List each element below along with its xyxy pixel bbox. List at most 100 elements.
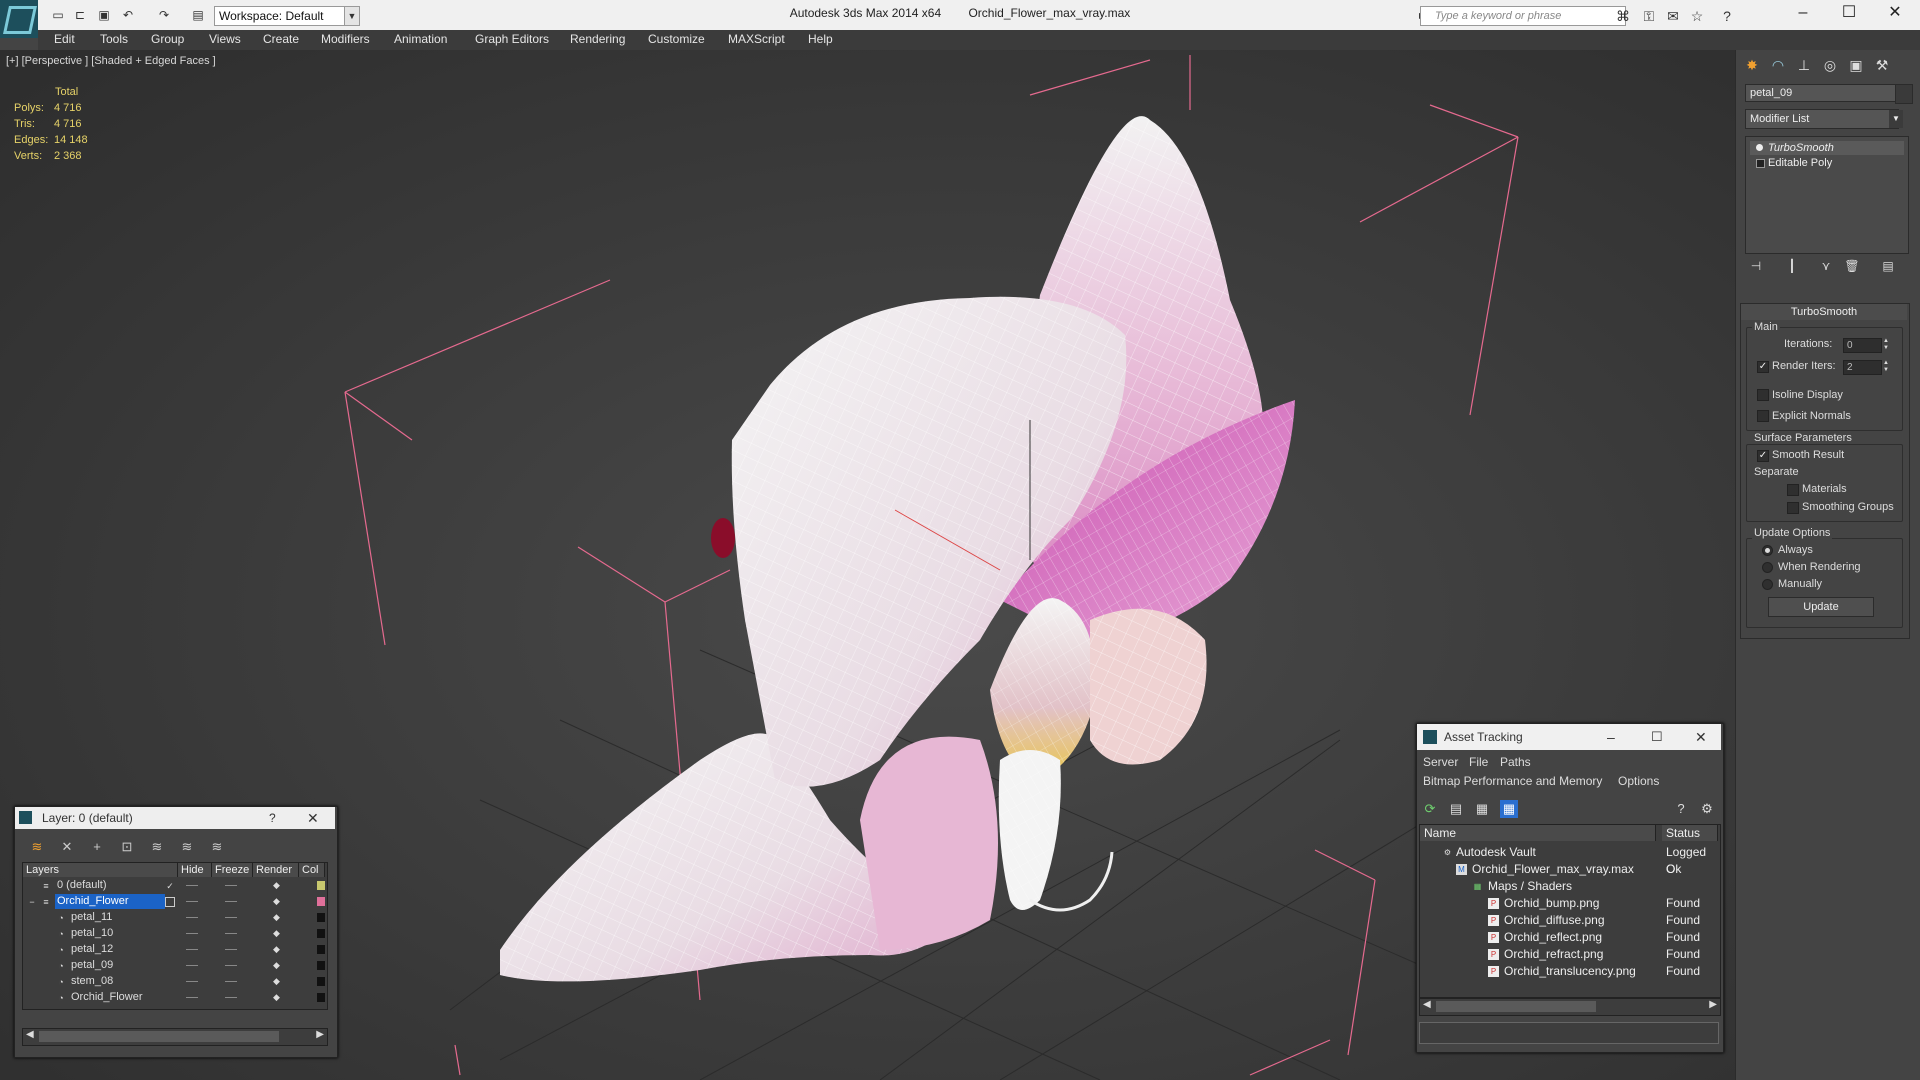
layer-row[interactable]: ◔ petal_12 ◆ bbox=[23, 942, 325, 957]
column-header-freeze[interactable]: Freeze bbox=[212, 863, 253, 877]
layer-row[interactable]: ◔ petal_11 ◆ bbox=[23, 910, 325, 925]
menu-customize[interactable]: Customize bbox=[648, 32, 705, 46]
asset-row[interactable]: ⚙ Autodesk Vault Logged O bbox=[1420, 844, 1718, 876]
display-tab-icon[interactable]: ▣ bbox=[1844, 54, 1868, 76]
layer-color-swatch[interactable] bbox=[317, 945, 325, 954]
menu-maxscript[interactable]: MAXScript bbox=[728, 32, 785, 46]
help-icon[interactable]: ? bbox=[1672, 800, 1690, 818]
select-objects-icon[interactable]: ⊡ bbox=[118, 838, 136, 856]
asset-row[interactable]: P Orchid_diffuse.png Found bbox=[1420, 912, 1718, 929]
menu-bitmap-performance[interactable]: Bitmap Performance and Memory bbox=[1423, 774, 1602, 788]
asset-tracking-titlebar[interactable]: Asset Tracking – ☐ ✕ bbox=[1417, 724, 1721, 750]
render-teapot-icon[interactable]: ◆ bbox=[273, 977, 283, 986]
search-input[interactable]: Type a keyword or phrase bbox=[1420, 6, 1626, 26]
render-teapot-icon[interactable]: ◆ bbox=[273, 929, 283, 938]
smoothing-groups-checkbox[interactable] bbox=[1787, 502, 1799, 514]
scroll-left-icon[interactable]: ◀ bbox=[1423, 999, 1431, 1010]
pin-stack-icon[interactable]: ⊣ bbox=[1748, 258, 1764, 274]
modify-tab-icon[interactable]: ◠ bbox=[1766, 54, 1790, 76]
menu-create[interactable]: Create bbox=[263, 32, 299, 46]
manually-radio[interactable] bbox=[1762, 579, 1773, 590]
layers-icon[interactable]: ≋ bbox=[28, 838, 46, 856]
modifier-list-dropdown[interactable]: Modifier List bbox=[1745, 109, 1899, 129]
layer-window-titlebar[interactable]: Layer: 0 (default) ? ✕ bbox=[15, 807, 335, 829]
column-header-status[interactable]: Status bbox=[1662, 825, 1718, 841]
freeze-toggle[interactable] bbox=[225, 981, 237, 982]
layer-row[interactable]: − ≡ Orchid_Flower ◆ bbox=[23, 894, 325, 909]
layer-color-swatch[interactable] bbox=[317, 897, 325, 906]
maximize-button[interactable]: ☐ bbox=[1826, 0, 1872, 28]
chevron-down-icon[interactable]: ▼ bbox=[1889, 110, 1903, 128]
asset-row[interactable]: ▦ Maps / Shaders bbox=[1420, 878, 1718, 895]
scroll-right-icon[interactable]: ▶ bbox=[1709, 999, 1717, 1010]
asset-row[interactable]: P Orchid_refract.png Found bbox=[1420, 946, 1718, 963]
hide-toggle[interactable] bbox=[186, 933, 198, 934]
object-name-field[interactable]: petal_09 bbox=[1745, 84, 1896, 102]
scroll-right-icon[interactable]: ▶ bbox=[316, 1029, 324, 1040]
settings-icon[interactable]: ⚙ bbox=[1698, 800, 1716, 818]
close-button[interactable]: ✕ bbox=[307, 807, 319, 829]
menu-help[interactable]: Help bbox=[808, 32, 833, 46]
column-header-render[interactable]: Render bbox=[253, 863, 299, 877]
scrollbar-thumb[interactable] bbox=[39, 1031, 279, 1042]
scrollbar-thumb[interactable] bbox=[1436, 1001, 1596, 1012]
favorites-star-icon[interactable]: ☆ bbox=[1688, 7, 1706, 25]
render-teapot-icon[interactable]: ◆ bbox=[273, 945, 283, 954]
help-icon[interactable]: ? bbox=[1718, 7, 1736, 25]
menu-rendering[interactable]: Rendering bbox=[570, 32, 625, 46]
layer-color-swatch[interactable] bbox=[317, 977, 325, 986]
freeze-toggle[interactable] bbox=[225, 885, 237, 886]
hide-toggle[interactable] bbox=[186, 885, 198, 886]
asset-row[interactable]: P Orchid_bump.png Found bbox=[1420, 895, 1718, 912]
object-color-swatch[interactable] bbox=[1895, 84, 1913, 104]
freeze-toggle[interactable] bbox=[225, 949, 237, 950]
refresh-icon[interactable]: ⟳ bbox=[1421, 800, 1439, 818]
always-radio[interactable] bbox=[1762, 545, 1773, 556]
render-teapot-icon[interactable]: ◆ bbox=[273, 897, 283, 906]
communication-icon[interactable]: ✉ bbox=[1664, 7, 1682, 25]
minimize-button[interactable]: – bbox=[1607, 724, 1615, 750]
layer-row[interactable]: ◔ petal_09 ◆ bbox=[23, 958, 325, 973]
hide-toggle[interactable] bbox=[186, 901, 198, 902]
column-header-color[interactable]: Col bbox=[299, 863, 325, 877]
menu-group[interactable]: Group bbox=[151, 32, 184, 46]
hide-all-layers-icon[interactable]: ≋ bbox=[208, 838, 226, 856]
freeze-toggle[interactable] bbox=[225, 965, 237, 966]
render-teapot-icon[interactable]: ◆ bbox=[273, 913, 283, 922]
menu-server[interactable]: Server bbox=[1423, 755, 1458, 769]
select-layer-icon[interactable]: ≋ bbox=[148, 838, 166, 856]
make-unique-icon[interactable]: ⋎ bbox=[1818, 258, 1834, 274]
menu-animation[interactable]: Animation bbox=[394, 32, 447, 46]
freeze-toggle[interactable] bbox=[225, 901, 237, 902]
minimize-button[interactable]: – bbox=[1780, 0, 1826, 28]
asset-row[interactable]: P Orchid_translucency.png Found bbox=[1420, 963, 1718, 980]
render-teapot-icon[interactable]: ◆ bbox=[273, 881, 283, 890]
hide-toggle[interactable] bbox=[186, 949, 198, 950]
layer-row[interactable]: ◔ stem_08 ◆ bbox=[23, 974, 325, 989]
asset-row[interactable]: M Orchid_Flower_max_vray.max Ok bbox=[1420, 861, 1718, 878]
maximize-button[interactable]: ☐ bbox=[1651, 724, 1663, 750]
lightbulb-icon[interactable] bbox=[1756, 144, 1763, 151]
materials-checkbox[interactable] bbox=[1787, 484, 1799, 496]
spinner-arrows-icon[interactable]: ▲ ▼ bbox=[1882, 360, 1890, 374]
layer-color-swatch[interactable] bbox=[317, 993, 325, 1002]
update-button[interactable]: Update bbox=[1768, 597, 1874, 617]
layer-row[interactable]: ◔ Orchid_Flower ◆ bbox=[23, 990, 325, 1005]
hide-toggle[interactable] bbox=[186, 997, 198, 998]
layer-row[interactable]: ◔ petal_10 ◆ bbox=[23, 926, 325, 941]
menu-graph-editors[interactable]: Graph Editors bbox=[475, 32, 549, 46]
layer-color-swatch[interactable] bbox=[317, 881, 325, 890]
column-header-name[interactable]: Name bbox=[1420, 825, 1656, 841]
asset-row[interactable]: P Orchid_reflect.png Found bbox=[1420, 929, 1718, 946]
render-teapot-icon[interactable]: ◆ bbox=[273, 961, 283, 970]
column-header-hide[interactable]: Hide bbox=[178, 863, 212, 877]
explicit-normals-checkbox[interactable] bbox=[1757, 410, 1769, 422]
render-iters-checkbox[interactable]: ✓ bbox=[1757, 361, 1769, 373]
spinner-arrows-icon[interactable]: ▲ ▼ bbox=[1882, 338, 1890, 352]
menu-options[interactable]: Options bbox=[1618, 774, 1659, 788]
iterations-spinner[interactable]: 0 bbox=[1843, 338, 1882, 353]
hide-toggle[interactable] bbox=[186, 981, 198, 982]
collapse-icon[interactable]: − bbox=[27, 897, 37, 907]
utilities-tab-icon[interactable]: ⚒ bbox=[1870, 54, 1894, 76]
close-button[interactable]: ✕ bbox=[1695, 724, 1707, 750]
